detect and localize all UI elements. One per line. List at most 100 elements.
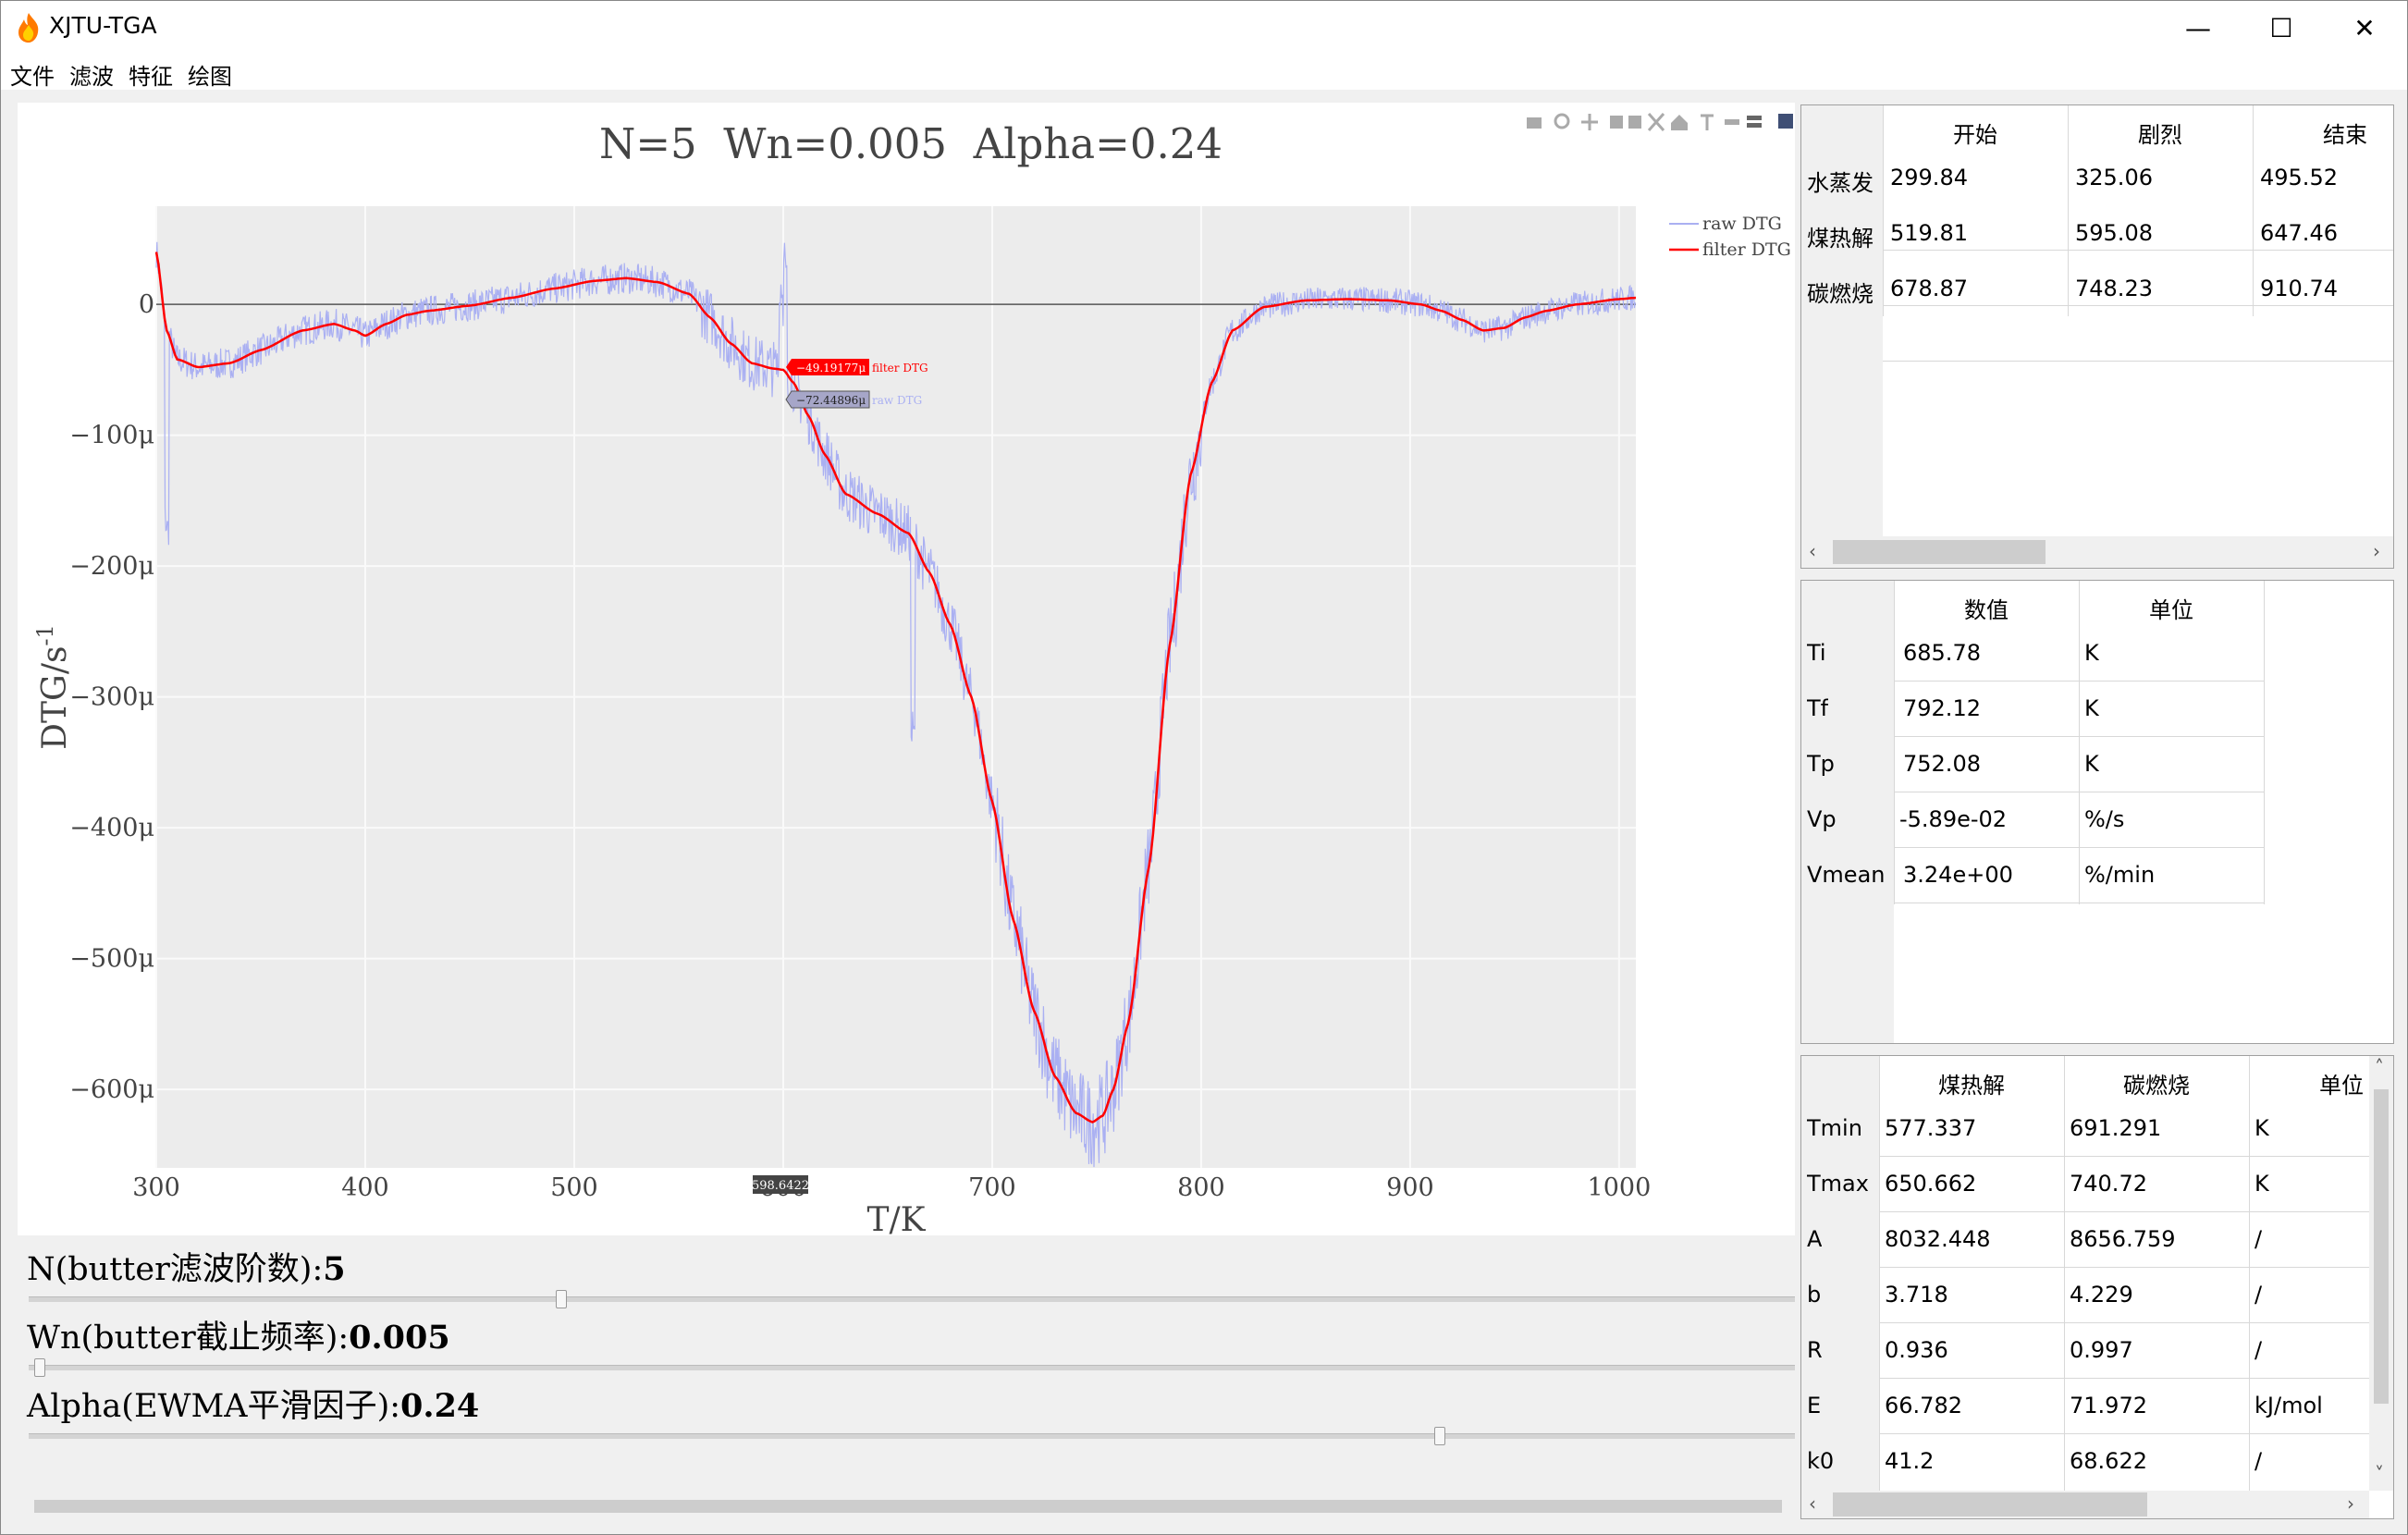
stage-table-hscrollbar[interactable]: ‹ › [1801, 536, 2393, 568]
kinetic-cell[interactable]: 68.622 [2070, 1448, 2147, 1474]
kinetic-cell[interactable]: 71.972 [2070, 1393, 2147, 1418]
y-tick-label: −100μ [69, 422, 154, 450]
kinetic-cell[interactable]: / [2254, 1337, 2262, 1363]
kinetic-cell[interactable]: 66.782 [1885, 1393, 1962, 1418]
kinetic-cell[interactable]: / [2254, 1282, 2262, 1308]
param-cell[interactable]: -5.89e-02 [1899, 806, 2007, 832]
camera-icon[interactable] [1527, 117, 1542, 129]
hover-closest-icon[interactable] [1725, 119, 1739, 125]
kinetic-cell[interactable]: 4.229 [2070, 1282, 2133, 1308]
kinetic-cell[interactable]: kJ/mol [2254, 1393, 2323, 1418]
kinetic-cell[interactable]: 650.662 [1885, 1171, 1976, 1197]
param-cell[interactable]: 752.08 [1903, 751, 1981, 777]
slider-n-handle[interactable] [556, 1290, 567, 1308]
param-row-label: Vp [1807, 806, 1837, 832]
param-header-value: 数值 [1964, 597, 2009, 623]
menu-file[interactable]: 文件 [10, 58, 55, 91]
scroll-right-icon[interactable]: › [2373, 540, 2380, 562]
kinetic-table-hscrollbar[interactable]: ‹ › [1801, 1491, 2369, 1518]
param-cell[interactable]: 792.12 [1903, 695, 1981, 721]
slider-n-track[interactable] [29, 1296, 1795, 1302]
param-row-label: Tp [1807, 751, 1835, 777]
scroll-left-icon[interactable]: ‹ [1809, 1492, 1816, 1515]
kinetic-cell[interactable]: K [2254, 1115, 2269, 1141]
autoscale-icon[interactable] [1647, 113, 1665, 131]
zoom-out-icon[interactable] [1628, 116, 1641, 129]
stage-cell[interactable]: 595.08 [2075, 220, 2153, 246]
dtg-chart[interactable]: 3004005006007008009001000 0−100μ−200μ−30… [18, 103, 1795, 1239]
stage-cell[interactable]: 325.06 [2075, 165, 2153, 190]
close-button[interactable]: ✕ [2322, 1, 2407, 55]
stage-table-scroll-thumb[interactable] [1833, 540, 2046, 564]
kinetic-cell[interactable]: 691.291 [2070, 1115, 2161, 1141]
slider-n-value: 5 [323, 1250, 346, 1288]
stage-table[interactable]: 开始 剧烈 结束 水蒸发 299.84 325.06 495.52 煤热解 51… [1800, 104, 2394, 569]
kinetic-cell[interactable]: 3.718 [1885, 1282, 1948, 1308]
scroll-up-icon[interactable]: ˄ [2375, 1056, 2384, 1078]
scroll-down-icon[interactable]: ˅ [2375, 1463, 2384, 1485]
kinetic-table-scroll-thumb[interactable] [1833, 1492, 2147, 1517]
spike-lines-icon[interactable] [1701, 114, 1714, 130]
x-tick-label: 1000 [1588, 1173, 1652, 1202]
slider-alpha-track[interactable] [29, 1433, 1795, 1439]
zoom-in-icon[interactable] [1610, 116, 1623, 129]
kinetic-header-combustion: 碳燃烧 [2123, 1073, 2190, 1099]
menu-filter[interactable]: 滤波 [69, 58, 114, 91]
stage-cell[interactable]: 678.87 [1890, 276, 1968, 301]
param-cell[interactable]: K [2084, 695, 2099, 721]
kinetic-cell[interactable]: K [2254, 1171, 2269, 1197]
stage-cell[interactable]: 748.23 [2075, 276, 2153, 301]
kinetic-cell[interactable]: 8032.448 [1885, 1226, 1991, 1252]
hover-compare-icon[interactable] [1747, 116, 1762, 120]
menu-bar: 文件 滤波 特征 绘图 [1, 55, 2407, 90]
kinetic-cell[interactable]: 577.337 [1885, 1115, 1976, 1141]
stage-cell[interactable]: 495.52 [2260, 165, 2338, 190]
y-tick-label: −300μ [69, 683, 154, 712]
kinetic-cell[interactable]: 41.2 [1885, 1448, 1934, 1474]
param-cell[interactable]: 685.78 [1903, 640, 1981, 666]
param-cell[interactable]: %/s [2084, 806, 2124, 832]
kinetic-header-unit: 单位 [2319, 1073, 2364, 1099]
kinetic-cell[interactable]: 0.997 [2070, 1337, 2133, 1363]
param-cell[interactable]: K [2084, 640, 2099, 666]
minimize-icon: — [2185, 12, 2211, 43]
menu-feature[interactable]: 特征 [129, 58, 173, 91]
minimize-button[interactable]: — [2156, 1, 2241, 55]
scroll-right-icon[interactable]: › [2347, 1492, 2354, 1515]
slider-wn-track[interactable] [29, 1365, 1795, 1370]
kinetic-cell[interactable]: / [2254, 1226, 2262, 1252]
slider-alpha-handle[interactable] [1434, 1427, 1445, 1445]
stage-cell[interactable]: 299.84 [1890, 165, 1968, 190]
slider-wn-handle[interactable] [33, 1358, 45, 1377]
kinetic-row-label: Tmin [1807, 1115, 1862, 1141]
zoom-icon[interactable] [1554, 113, 1570, 129]
scroll-left-icon[interactable]: ‹ [1809, 540, 1816, 562]
pan-icon[interactable] [1581, 114, 1598, 130]
main-scroll-thumb[interactable] [34, 1500, 1782, 1513]
slider-panel: N(butter滤波阶数):5 Wn(butter截止频率):0.005 Alp… [18, 1235, 1795, 1504]
x-tick-label: 300 [132, 1173, 180, 1202]
main-horizontal-scrollbar[interactable] [18, 1497, 1795, 1516]
stage-cell[interactable]: 647.46 [2260, 220, 2338, 246]
kinetic-vscroll-thumb[interactable] [2374, 1089, 2389, 1404]
kinetic-cell[interactable]: 740.72 [2070, 1171, 2147, 1197]
kinetic-cell[interactable]: 0.936 [1885, 1337, 1948, 1363]
kinetic-cell[interactable]: / [2254, 1448, 2262, 1474]
stage-cell[interactable]: 910.74 [2260, 276, 2338, 301]
kinetic-row-label: b [1807, 1282, 1822, 1308]
menu-plot[interactable]: 绘图 [188, 58, 232, 91]
maximize-button[interactable]: ☐ [2239, 1, 2324, 55]
param-cell[interactable]: %/min [2084, 862, 2155, 888]
param-cell[interactable]: K [2084, 751, 2099, 777]
kinetic-table[interactable]: 煤热解 碳燃烧 单位 Tmin 577.337 691.291 K Tmax 6… [1800, 1055, 2394, 1519]
kinetic-table-vscrollbar[interactable]: ˄ ˅ [2369, 1056, 2393, 1491]
param-table[interactable]: 数值 单位 Ti 685.78 K Tf 792.12 K Tp 752.08 … [1800, 580, 2394, 1044]
param-row-label: Ti [1807, 640, 1826, 666]
kinetic-cell[interactable]: 8656.759 [2070, 1226, 2176, 1252]
param-cell[interactable]: 3.24e+00 [1903, 862, 2013, 888]
slider-wn-label: Wn(butter截止频率):0.005 [27, 1311, 450, 1358]
plot-area [156, 206, 1636, 1168]
home-icon[interactable] [1671, 115, 1688, 130]
stage-cell[interactable]: 519.81 [1890, 220, 1968, 246]
slider-n-caption: N(butter滤波阶数): [27, 1251, 324, 1288]
